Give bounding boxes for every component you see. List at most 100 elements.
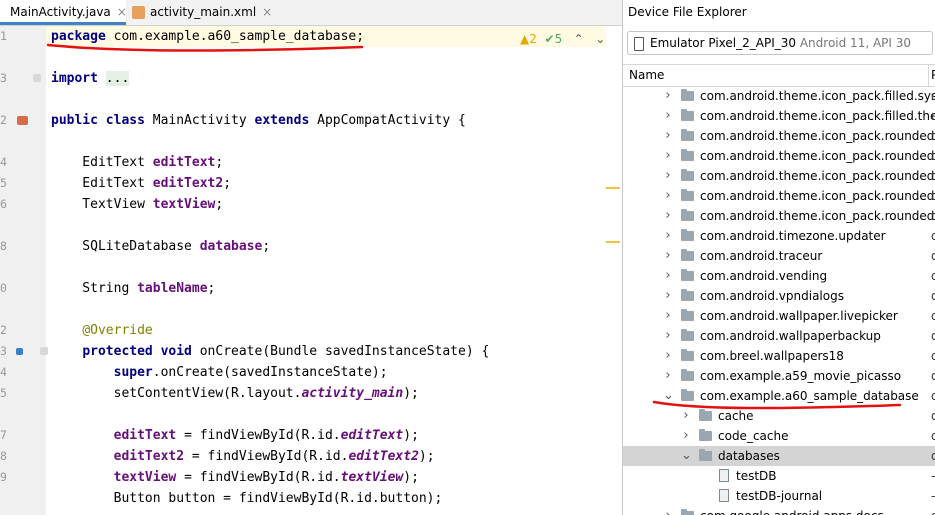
tree-row[interactable]: › com.android.theme.icon_pack.rounded.sys…	[623, 186, 935, 206]
chevron-right-icon[interactable]: ›	[663, 166, 673, 186]
code-line[interactable]: textView = findViewById(R.id.textView);	[51, 467, 419, 488]
code-line[interactable]: SQLiteDatabase database;	[51, 236, 270, 257]
inspection-widget[interactable]: ▲2 ✔5 ⌃ ⌄	[520, 30, 605, 48]
code-line[interactable]: protected void onCreate(Bundle savedInst…	[51, 341, 489, 362]
column-permissions[interactable]: P	[931, 68, 935, 82]
chevron-right-icon[interactable]: ›	[663, 146, 673, 166]
tree-row-permissions: d	[931, 289, 935, 303]
chevron-right-icon[interactable]: ›	[663, 326, 673, 346]
tree-row[interactable]: › com.android.theme.icon_pack.filled.them…	[623, 106, 935, 126]
chevron-right-icon[interactable]: ›	[681, 406, 691, 426]
folder-icon	[681, 509, 694, 515]
folder-icon	[699, 409, 712, 421]
device-detail: Android 11, API 30	[799, 36, 912, 50]
chevron-right-icon[interactable]: ›	[663, 266, 673, 286]
folder-icon	[681, 169, 694, 181]
ok-count[interactable]: ✔5	[545, 32, 563, 46]
chevron-right-icon[interactable]: ›	[663, 106, 673, 126]
tree-row[interactable]: › code_cache d	[623, 426, 935, 446]
folder-icon	[681, 149, 694, 161]
code-token: editText2	[113, 449, 185, 464]
chevron-down-icon[interactable]: ⌄	[663, 386, 674, 406]
code-line[interactable]: public class MainActivity extends AppCom…	[51, 110, 466, 131]
device-dropdown[interactable]: Emulator Pixel_2_API_30 Android 11, API …	[627, 31, 933, 55]
class-hierarchy-icon[interactable]	[17, 116, 28, 125]
code-line[interactable]: String tableName;	[51, 278, 215, 299]
editor-tab-bar: MainActivity.java × activity_main.xml ×	[0, 0, 622, 26]
chevron-right-icon[interactable]: ›	[663, 246, 673, 266]
tree-row[interactable]: testDB -	[623, 466, 935, 486]
scrollbar-warning-marker[interactable]	[606, 187, 620, 189]
code-line[interactable]: editText2 = findViewById(R.id.editText2)…	[51, 446, 435, 467]
tree-row-label: code_cache	[718, 429, 789, 443]
tree-row-permissions: d	[931, 209, 935, 223]
tree-row[interactable]: › com.android.vending d	[623, 266, 935, 286]
tree-row-permissions: d	[931, 389, 935, 403]
chevron-right-icon[interactable]: ›	[663, 86, 673, 106]
tree-row[interactable]: › com.example.a59_movie_picasso d	[623, 366, 935, 386]
tree-row[interactable]: › com.android.theme.icon_pack.rounded.the…	[623, 206, 935, 226]
tree-row[interactable]: › cache d	[623, 406, 935, 426]
tree-row-label: databases	[718, 449, 780, 463]
chevron-down-icon[interactable]: ⌄	[681, 446, 692, 466]
warning-count[interactable]: ▲2	[520, 32, 537, 46]
chevron-up-icon[interactable]: ⌃	[574, 32, 584, 46]
code-line[interactable]: setContentView(R.layout.activity_main);	[51, 383, 419, 404]
tree-row[interactable]: › com.breel.wallpapers18 d	[623, 346, 935, 366]
tree-row[interactable]: › com.android.wallpaper.livepicker d	[623, 306, 935, 326]
chevron-right-icon[interactable]: ›	[663, 186, 673, 206]
tab-mainactivity-java[interactable]: MainActivity.java ×	[0, 0, 127, 25]
tree-row[interactable]: ⌄ com.example.a60_sample_database d	[623, 386, 935, 406]
tree-row[interactable]: › com.google.android.apps.docs d	[623, 506, 935, 515]
override-icon[interactable]	[16, 348, 23, 355]
tree-row[interactable]: testDB-journal -	[623, 486, 935, 506]
line-number: 3	[0, 71, 7, 85]
code-line[interactable]: Button button = findViewById(R.id.button…	[51, 488, 443, 509]
tree-row[interactable]: › com.android.theme.icon_pack.rounded.set…	[623, 166, 935, 186]
code-line[interactable]: EditText editText2;	[51, 173, 231, 194]
chevron-right-icon[interactable]: ›	[663, 366, 673, 386]
code-token: activity_main	[301, 386, 404, 401]
chevron-right-icon[interactable]: ›	[663, 506, 673, 515]
chevron-right-icon[interactable]: ›	[681, 426, 691, 446]
code-line[interactable]: @Override	[51, 320, 152, 341]
code-line[interactable]: editText = findViewById(R.id.editText);	[51, 425, 419, 446]
column-name[interactable]: Name	[629, 68, 664, 82]
code-line[interactable]: EditText editText;	[51, 152, 223, 173]
chevron-right-icon[interactable]: ›	[663, 226, 673, 246]
tab-activity-main-xml[interactable]: activity_main.xml ×	[132, 0, 272, 25]
fold-icon[interactable]	[33, 74, 41, 82]
tree-row[interactable]: › com.android.timezone.updater d	[623, 226, 935, 246]
tree-row-label: com.android.theme.icon_pack.rounded.andr…	[700, 129, 935, 143]
code-line[interactable]: TextView textView;	[51, 194, 223, 215]
tree-row[interactable]: ⌄ databases d	[623, 446, 935, 466]
scrollbar-warning-marker[interactable]	[606, 241, 620, 243]
code-line[interactable]: package com.example.a60_sample_database;	[51, 26, 364, 47]
chevron-right-icon[interactable]: ›	[663, 206, 673, 226]
line-number	[0, 131, 20, 152]
close-icon[interactable]: ×	[117, 5, 127, 19]
tree-row[interactable]: › com.android.theme.icon_pack.rounded.lau…	[623, 146, 935, 166]
chevron-right-icon[interactable]: ›	[663, 286, 673, 306]
tree-row[interactable]: › com.android.vpndialogs d	[623, 286, 935, 306]
chevron-down-icon[interactable]: ⌄	[595, 32, 605, 46]
tree-row[interactable]: › com.android.theme.icon_pack.rounded.and…	[623, 126, 935, 146]
tree-row-permissions: d	[931, 309, 935, 323]
tree-row-label: com.android.wallpaper.livepicker	[700, 309, 898, 323]
chevron-right-icon[interactable]: ›	[663, 126, 673, 146]
tree-row[interactable]: › com.android.theme.icon_pack.filled.syst…	[623, 86, 935, 106]
code-area[interactable]: package com.example.a60_sample_database;…	[46, 26, 606, 515]
column-divider[interactable]	[928, 65, 929, 86]
tree-row-permissions: d	[931, 189, 935, 203]
chevron-right-icon[interactable]: ›	[663, 306, 673, 326]
code-editor[interactable]: MainActivity.java × activity_main.xml × 1 3…	[0, 0, 622, 515]
tree-row[interactable]: › com.android.traceur d	[623, 246, 935, 266]
line-number: 7	[0, 428, 7, 442]
chevron-right-icon[interactable]: ›	[663, 346, 673, 366]
code-line[interactable]: super.onCreate(savedInstanceState);	[51, 362, 388, 383]
tree-row[interactable]: › com.android.wallpaperbackup d	[623, 326, 935, 346]
code-line[interactable]: import ...	[51, 68, 130, 89]
close-icon[interactable]: ×	[262, 5, 272, 19]
